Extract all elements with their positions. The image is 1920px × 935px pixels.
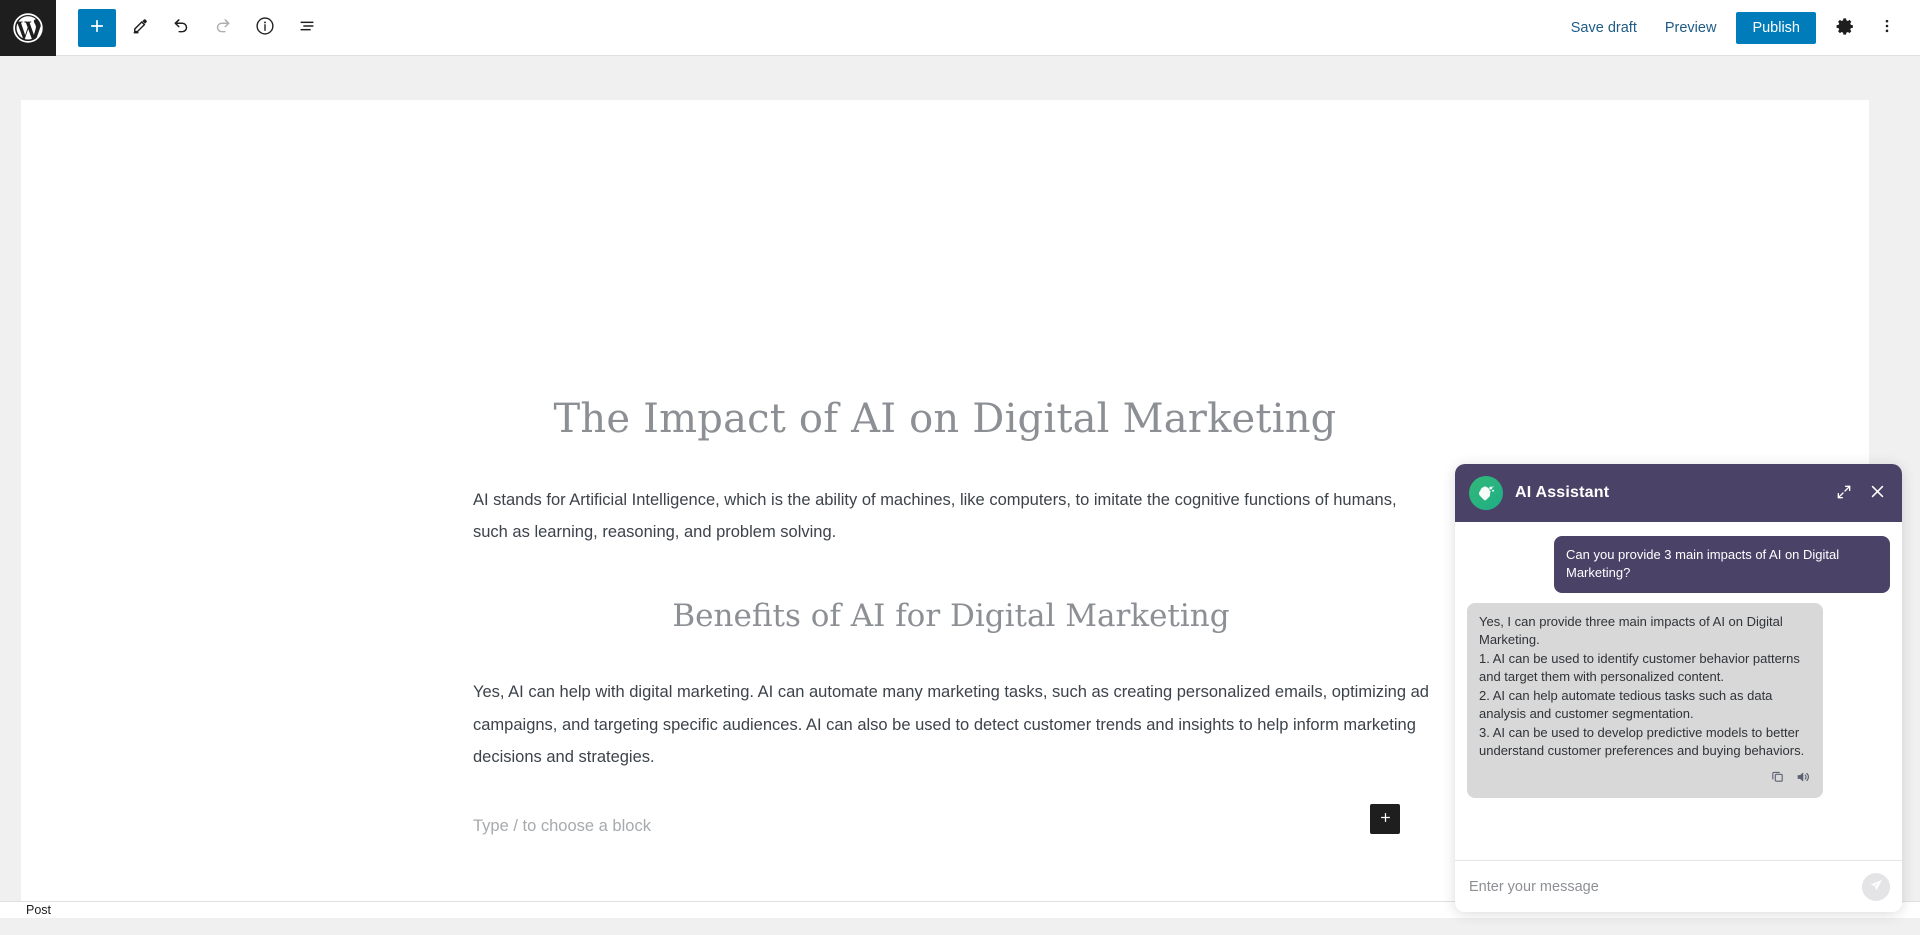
- empty-block-placeholder[interactable]: Type / to choose a block: [473, 817, 1429, 836]
- expand-diagonal-icon: [1836, 484, 1852, 503]
- pencil-icon: [129, 16, 150, 40]
- paragraph-block-2[interactable]: Yes, AI can help with digital marketing.…: [473, 676, 1429, 773]
- assistant-line-1: Yes, I can provide three main impacts of…: [1479, 613, 1783, 648]
- wordpress-logo-icon: [12, 12, 44, 44]
- details-button[interactable]: [246, 9, 284, 47]
- paragraph-block-1[interactable]: AI stands for Artificial Intelligence, w…: [473, 484, 1429, 548]
- plus-icon: [1378, 810, 1393, 828]
- user-message-bubble: Can you provide 3 main impacts of AI on …: [1554, 536, 1890, 593]
- wordpress-logo-button[interactable]: [0, 0, 56, 56]
- close-x-icon: [1869, 483, 1886, 503]
- assistant-message-actions: [1479, 769, 1811, 794]
- speak-button[interactable]: [1795, 769, 1811, 788]
- list-view-button[interactable]: [288, 9, 326, 47]
- settings-button[interactable]: [1826, 9, 1864, 47]
- breadcrumb-item-post[interactable]: Post: [0, 903, 51, 917]
- heading-block-2[interactable]: Benefits of AI for Digital Marketing: [473, 598, 1429, 634]
- close-panel-button[interactable]: [1867, 481, 1888, 505]
- assistant-line-2: 1. AI can be used to identify customer b…: [1479, 650, 1800, 685]
- copy-button[interactable]: [1770, 769, 1785, 788]
- post-content-body: AI stands for Artificial Intelligence, w…: [461, 484, 1429, 836]
- undo-button[interactable]: [162, 9, 200, 47]
- redo-arrow-icon: [212, 15, 234, 40]
- save-draft-button[interactable]: Save draft: [1559, 12, 1649, 44]
- more-vertical-icon: [1877, 16, 1897, 39]
- expand-panel-button[interactable]: [1834, 482, 1854, 505]
- ai-chat-input-bar: [1455, 860, 1902, 912]
- chat-message-user: Can you provide 3 main impacts of AI on …: [1467, 536, 1890, 593]
- assistant-message-bubble: Yes, I can provide three main impacts of…: [1467, 602, 1823, 798]
- ai-header-actions: [1834, 481, 1888, 505]
- ai-assistant-title: AI Assistant: [1515, 484, 1610, 501]
- speaker-icon: [1795, 769, 1811, 788]
- assistant-line-4: 3. AI can be used to develop predictive …: [1479, 724, 1805, 759]
- editor-top-bar: Save draft Preview Publish: [0, 0, 1920, 56]
- top-bar-actions-group: Save draft Preview Publish: [1559, 9, 1920, 47]
- redo-button[interactable]: [204, 9, 242, 47]
- ai-chat-input[interactable]: [1469, 878, 1862, 895]
- top-bar-tools-group: [56, 8, 326, 47]
- send-paper-plane-icon: [1869, 878, 1884, 896]
- tools-button[interactable]: [120, 9, 158, 47]
- page-title[interactable]: The Impact of AI on Digital Marketing: [21, 396, 1869, 442]
- ai-robot-avatar-icon: [1469, 476, 1503, 510]
- ai-assistant-panel: AI Assistant Can you provide 3 main impa…: [1455, 464, 1902, 912]
- publish-button[interactable]: Publish: [1736, 11, 1816, 44]
- list-view-icon: [296, 15, 318, 40]
- ai-assistant-header: AI Assistant: [1455, 464, 1902, 522]
- add-block-button[interactable]: [78, 8, 116, 47]
- gear-icon: [1835, 16, 1856, 40]
- chat-message-assistant: Yes, I can provide three main impacts of…: [1467, 602, 1890, 798]
- plus-icon: [87, 16, 107, 39]
- undo-arrow-icon: [170, 15, 192, 40]
- send-message-button[interactable]: [1862, 872, 1890, 901]
- assistant-line-3: 2. AI can help automate tedious tasks su…: [1479, 687, 1773, 722]
- info-circle-icon: [254, 15, 276, 40]
- inline-add-block-button[interactable]: [1370, 804, 1400, 834]
- more-options-button[interactable]: [1868, 9, 1906, 47]
- ai-chat-message-list[interactable]: Can you provide 3 main impacts of AI on …: [1455, 522, 1902, 860]
- copy-icon: [1770, 769, 1785, 787]
- preview-button[interactable]: Preview: [1653, 12, 1729, 44]
